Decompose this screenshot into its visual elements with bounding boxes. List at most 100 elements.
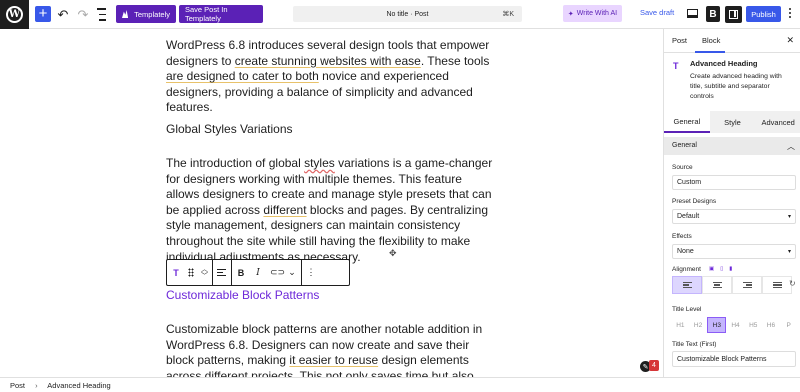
more-formatting-chevron-icon[interactable]: ⌄ (287, 267, 297, 278)
tab-general[interactable]: General (664, 111, 710, 133)
document-title: No title · Post (386, 10, 429, 18)
tab-advanced[interactable]: Advanced (755, 111, 800, 133)
templately-label: Templately (134, 9, 170, 19)
align-justify-icon (772, 280, 782, 290)
save-draft-button[interactable]: Save draft (640, 8, 674, 17)
effects-select[interactable]: None ▾ (672, 244, 796, 259)
tab-post[interactable]: Post (672, 36, 687, 45)
settings-sidebar-toggle[interactable] (725, 6, 742, 23)
align-right-button[interactable] (732, 276, 762, 294)
chevron-down-icon: ▾ (787, 249, 791, 255)
preset-designs-label: Preset Designs (672, 198, 717, 205)
level-h1-button[interactable]: H1 (672, 317, 689, 333)
alignment-label: Alignment (672, 266, 701, 273)
level-p-button[interactable]: P (780, 317, 797, 333)
close-icon[interactable]: ✕ (786, 35, 794, 46)
templately-icon (122, 10, 129, 18)
heading-block[interactable]: Global Styles Variations (166, 121, 496, 137)
title-text-label: Title Text (First) (672, 341, 717, 348)
tablet-icon[interactable]: ▯ (720, 266, 723, 272)
panel-title: General (672, 142, 697, 149)
align-justify-button[interactable] (762, 276, 792, 294)
redo-button[interactable]: ↷ (77, 6, 89, 23)
settings-sidebar: Post Block ✕ T Advanced Heading Create a… (663, 29, 800, 377)
undo-button[interactable]: ↶ (57, 6, 69, 23)
editor-canvas[interactable]: WordPress 6.8 introduces several design … (0, 29, 663, 377)
block-options-kebab-icon[interactable]: ⋮ (306, 267, 316, 278)
preview-device-icon[interactable] (687, 9, 698, 18)
align-left-icon (682, 280, 692, 290)
move-cursor-icon: ✥ (389, 248, 397, 258)
paragraph-block[interactable]: The introduction of global styles variat… (166, 156, 496, 265)
align-right-icon (742, 280, 752, 290)
sparkle-icon: ✦ (567, 10, 574, 18)
advanced-heading-icon: T (673, 61, 679, 71)
paragraph-block[interactable]: WordPress 6.8 introduces several design … (166, 38, 496, 116)
wordpress-logo-button[interactable]: W (0, 0, 29, 29)
level-h6-button[interactable]: H6 (763, 317, 780, 333)
chevron-up-icon[interactable]: ︿ (201, 266, 208, 273)
sidebar-icon (729, 10, 738, 19)
document-overview-button[interactable] (97, 6, 109, 23)
publish-button[interactable]: Publish (746, 6, 781, 22)
wordpress-icon: W (6, 6, 23, 23)
control-tabs: General Style Advanced (664, 111, 800, 133)
align-left-button[interactable] (672, 276, 702, 294)
italic-icon[interactable]: I (253, 268, 263, 278)
reset-icon[interactable]: ↻ (789, 279, 796, 288)
breadcrumb: Post › Advanced Heading (0, 377, 800, 392)
level-h2-button[interactable]: H2 (690, 317, 707, 333)
title-level-buttons: H1 H2 H3 H4 H5 H6 P (672, 317, 797, 333)
editor-top-bar: W + ↶ ↷ Templately Save Post In Template… (0, 0, 800, 29)
block-inserter-button[interactable]: + (35, 6, 51, 22)
chevron-down-icon[interactable]: ﹀ (201, 273, 208, 280)
chevron-down-icon: ▾ (787, 214, 791, 220)
alignment-buttons (672, 276, 792, 294)
paragraph-block[interactable]: Customizable block patterns are another … (166, 322, 496, 377)
save-post-in-templately-button[interactable]: Save Post In Templately (179, 5, 263, 23)
link-icon[interactable]: ⊂⊃ (270, 267, 285, 278)
align-center-icon (712, 280, 722, 290)
move-up-down-buttons[interactable]: ︿ ﹀ (201, 266, 208, 280)
title-text-input[interactable]: Customizable Block Patterns (672, 351, 796, 367)
breadcrumb-post[interactable]: Post (10, 381, 25, 390)
tab-block[interactable]: Block (702, 36, 720, 45)
notification-widget[interactable]: ✎ 4 (640, 360, 660, 374)
effects-label: Effects (672, 233, 692, 240)
title-level-label: Title Level (672, 306, 702, 313)
breadcrumb-advanced-heading[interactable]: Advanced Heading (47, 381, 110, 390)
bold-icon[interactable]: B (236, 268, 246, 278)
write-with-ai-button[interactable]: ✦ Write With AI (563, 5, 622, 22)
tab-style[interactable]: Style (710, 111, 756, 133)
block-card-description: Create advanced heading with title, subt… (690, 73, 782, 100)
general-panel-header[interactable]: General ︿ (664, 137, 800, 155)
drag-handle-icon[interactable] (188, 268, 194, 277)
align-center-button[interactable] (702, 276, 732, 294)
block-toolbar: T ︿ ﹀ B I ⊂⊃ ⌄ ⋮ (166, 259, 350, 286)
block-card-title: Advanced Heading (690, 59, 758, 68)
responsive-device-icons: ▣ ▯ ▮ (709, 266, 732, 272)
plugin-b-button[interactable]: B (706, 6, 720, 22)
preset-designs-select[interactable]: Default ▾ (672, 209, 796, 224)
write-ai-label: Write With AI (576, 10, 618, 17)
sidebar-tabs: Post Block ✕ (664, 29, 800, 53)
source-label: Source (672, 164, 693, 171)
kebab-icon (789, 8, 791, 10)
advanced-heading-block-icon[interactable]: T (171, 268, 181, 278)
advanced-heading-block[interactable]: Customizable Block Patterns (166, 287, 496, 303)
options-menu-button[interactable] (788, 8, 792, 20)
templately-button[interactable]: Templately (116, 5, 176, 23)
mobile-icon[interactable]: ▮ (729, 266, 732, 272)
command-palette-title-bar[interactable]: No title · Post ⌘K (293, 6, 522, 22)
level-h3-button[interactable]: H3 (707, 317, 727, 333)
level-h5-button[interactable]: H5 (745, 317, 762, 333)
align-text-icon[interactable] (217, 267, 227, 278)
source-select[interactable]: Custom (672, 175, 796, 190)
notification-count-badge: 4 (649, 360, 659, 371)
desktop-icon[interactable]: ▣ (709, 266, 714, 272)
level-h4-button[interactable]: H4 (727, 317, 744, 333)
save-templately-label: Save Post In Templately (185, 5, 228, 23)
block-card: T Advanced Heading Create advanced headi… (664, 53, 800, 111)
breadcrumb-separator: › (35, 381, 38, 390)
chevron-up-icon: ︿ (787, 142, 795, 151)
